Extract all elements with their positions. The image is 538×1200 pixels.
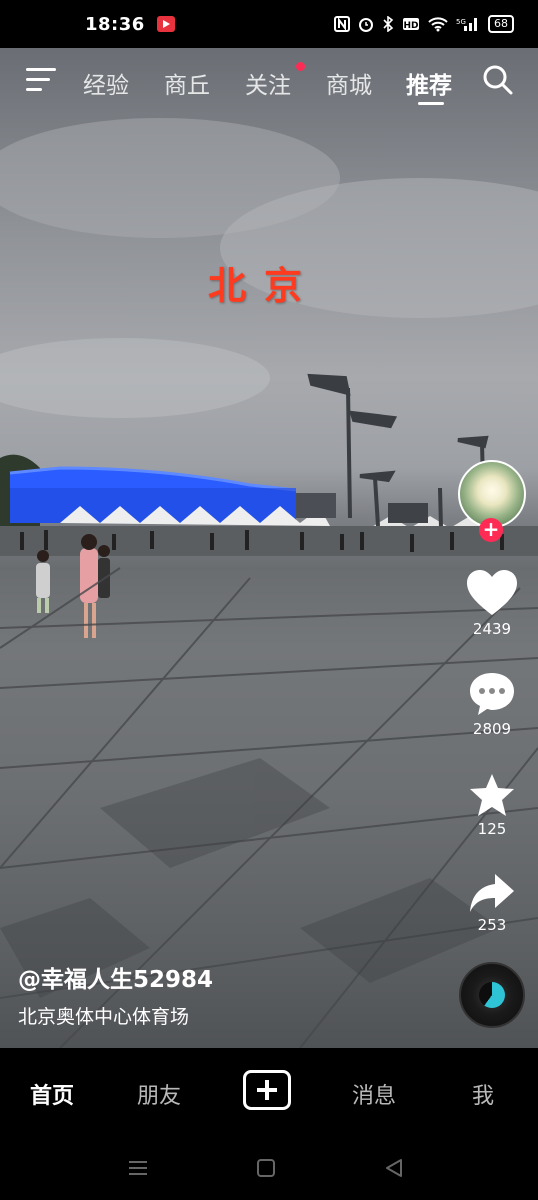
share-count: 253 [477, 916, 507, 934]
author-name[interactable]: @幸福人生52984 [18, 960, 213, 994]
tab-experience[interactable]: 经验 [83, 66, 129, 100]
battery-indicator: 68 [488, 15, 514, 33]
system-nav-bar [0, 1138, 538, 1200]
post-description: 北京奥体中心体育场 [18, 1006, 190, 1028]
star-icon[interactable] [467, 772, 517, 818]
svg-text:HD: HD [403, 21, 418, 31]
bottom-nav: 首页 朋友 消息 我 [0, 1048, 538, 1138]
music-disc-icon[interactable] [459, 962, 525, 1028]
alarm-icon [359, 18, 373, 32]
tab-recommended[interactable]: 推荐 [406, 66, 452, 100]
create-button[interactable] [243, 1070, 291, 1110]
video-overlay-text: 北京 [208, 263, 321, 308]
status-time: 18:36 [85, 13, 145, 35]
tab-following[interactable]: 关注 [245, 66, 291, 100]
back-icon[interactable] [384, 1158, 404, 1178]
svg-text:5G: 5G [456, 18, 466, 26]
wifi-icon [428, 17, 448, 32]
share-icon[interactable] [467, 872, 517, 914]
share-action[interactable]: 253 [456, 872, 528, 934]
tab-mall[interactable]: 商城 [326, 66, 372, 100]
hd-icon: HD [403, 18, 419, 31]
nav-me[interactable]: 我 [472, 1078, 494, 1110]
signal-5g-icon: 5G [456, 18, 477, 31]
status-bar: 18:36 HD 5G 68 [0, 0, 538, 48]
comment-count: 2809 [472, 720, 512, 738]
comment-action[interactable]: 2809 [456, 670, 528, 738]
tab-shangqiu[interactable]: 商丘 [164, 66, 210, 100]
heart-icon[interactable] [465, 568, 519, 618]
active-tab-indicator [418, 102, 444, 105]
search-icon[interactable] [482, 64, 514, 96]
favorite-action[interactable]: 125 [456, 772, 528, 838]
nav-home[interactable]: 首页 [30, 1078, 74, 1110]
nav-friends[interactable]: 朋友 [137, 1078, 181, 1110]
like-count: 2439 [472, 620, 512, 638]
video-app-notification-icon [156, 16, 175, 32]
recent-apps-icon[interactable] [128, 1158, 148, 1178]
favorite-count: 125 [477, 820, 507, 838]
like-action[interactable]: 2439 [456, 568, 528, 638]
nav-messages[interactable]: 消息 [352, 1078, 396, 1110]
following-notification-dot [296, 62, 305, 71]
nfc-icon [334, 16, 350, 32]
top-nav: 经验 商丘 关注 商城 推荐 [0, 48, 538, 114]
bluetooth-icon [383, 16, 394, 32]
status-icons: HD 5G 68 [334, 15, 514, 33]
home-icon[interactable] [256, 1158, 276, 1178]
comment-icon[interactable] [467, 670, 517, 718]
menu-icon[interactable] [26, 68, 56, 92]
follow-button[interactable]: + [479, 518, 503, 542]
